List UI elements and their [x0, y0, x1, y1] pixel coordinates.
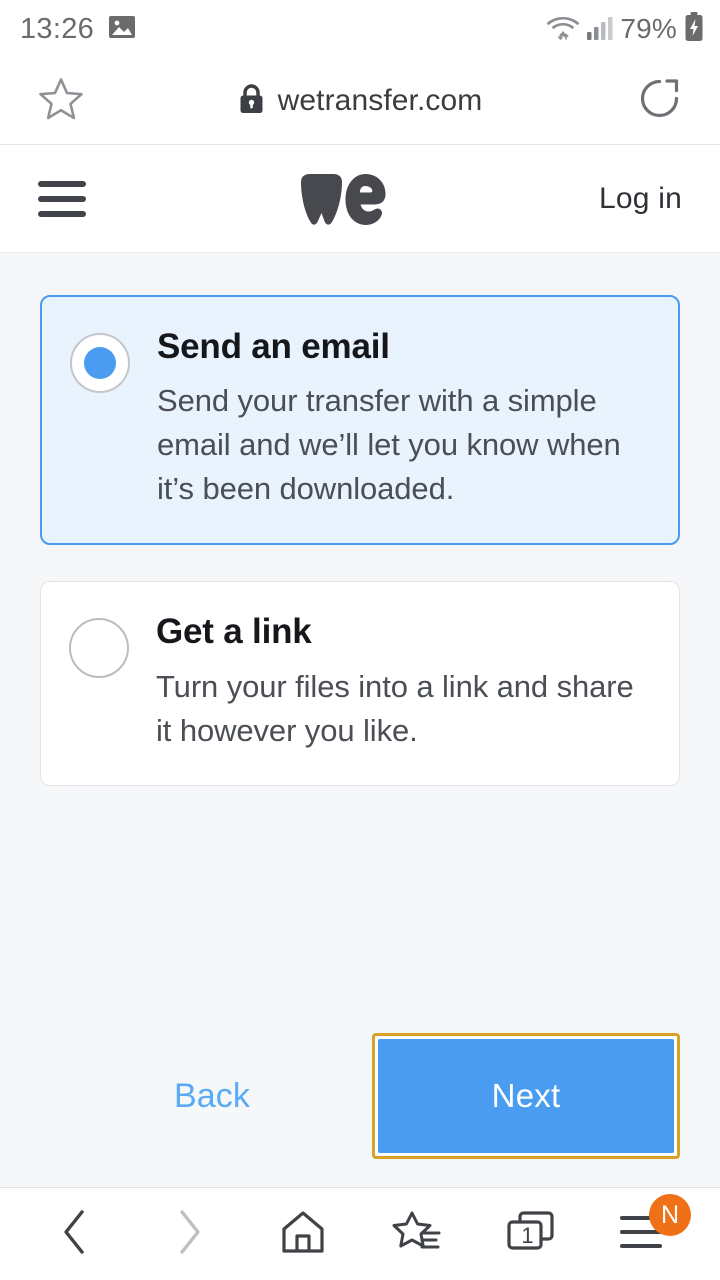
back-chevron-icon [58, 1208, 92, 1261]
nav-forward-button[interactable] [141, 1188, 237, 1280]
status-bar-left: 13:26 [20, 14, 136, 45]
transfer-options-panel: Send an email Send your transfer with a … [0, 253, 720, 1188]
url-display[interactable]: wetransfer.com [92, 83, 628, 119]
option-description: Turn your files into a link and share it… [156, 668, 634, 748]
option-card-send-email[interactable]: Send an email Send your transfer with a … [40, 295, 680, 546]
battery-percent-label: 79% [620, 13, 677, 44]
wizard-actions: Back Next [40, 1033, 680, 1159]
menu-notification-badge: N [649, 1194, 691, 1236]
nav-back-button[interactable] [27, 1188, 123, 1280]
option-description: Send your transfer with a simple email a… [157, 383, 621, 507]
image-icon [108, 14, 136, 45]
star-outline-icon [38, 76, 84, 126]
reload-icon [636, 75, 683, 127]
bookmarks-star-icon [392, 1209, 442, 1260]
option-title: Get a link [156, 612, 312, 652]
nav-tabs-button[interactable]: 1 [483, 1188, 579, 1280]
bookmark-button[interactable] [30, 70, 92, 132]
option-title: Send an email [157, 327, 390, 366]
option-text-send-email: Send an email Send your transfer with a … [157, 327, 648, 511]
nav-menu-button[interactable]: N [597, 1188, 693, 1280]
site-header: Log in [0, 145, 720, 253]
wetransfer-logo[interactable] [297, 168, 389, 230]
status-bar-right: 79% [546, 11, 704, 47]
radio-send-email[interactable] [70, 333, 130, 393]
option-card-get-link[interactable]: Get a link Turn your files into a link a… [40, 581, 680, 786]
next-button[interactable]: Next [378, 1039, 674, 1153]
forward-chevron-icon [172, 1208, 206, 1261]
lock-icon [238, 83, 265, 119]
next-button-focus-ring: Next [372, 1033, 680, 1159]
url-text: wetransfer.com [277, 84, 483, 117]
tab-count-label: 1 [521, 1223, 534, 1248]
hamburger-menu-icon[interactable] [38, 180, 86, 217]
nav-bookmarks-button[interactable] [369, 1188, 465, 1280]
browser-bottom-nav: 1 N [0, 1188, 720, 1280]
cellular-signal-icon [587, 14, 613, 45]
browser-url-bar[interactable]: wetransfer.com [0, 58, 720, 145]
wetransfer-we-logo [300, 173, 386, 225]
phone-screen: 13:26 79% wetransfer.com Log in Send an … [0, 0, 720, 1280]
back-button[interactable]: Back [142, 1057, 282, 1136]
home-icon [279, 1209, 327, 1260]
battery-charging-icon [684, 11, 704, 47]
status-bar: 13:26 79% [0, 0, 720, 58]
nav-home-button[interactable] [255, 1188, 351, 1280]
option-text-get-link: Get a link Turn your files into a link a… [156, 612, 649, 752]
radio-dot [84, 347, 116, 379]
radio-get-link[interactable] [69, 618, 129, 679]
status-time: 13:26 [20, 12, 95, 45]
wifi-icon [546, 13, 580, 46]
reload-button[interactable] [628, 70, 690, 132]
login-button[interactable]: Log in [599, 182, 682, 216]
